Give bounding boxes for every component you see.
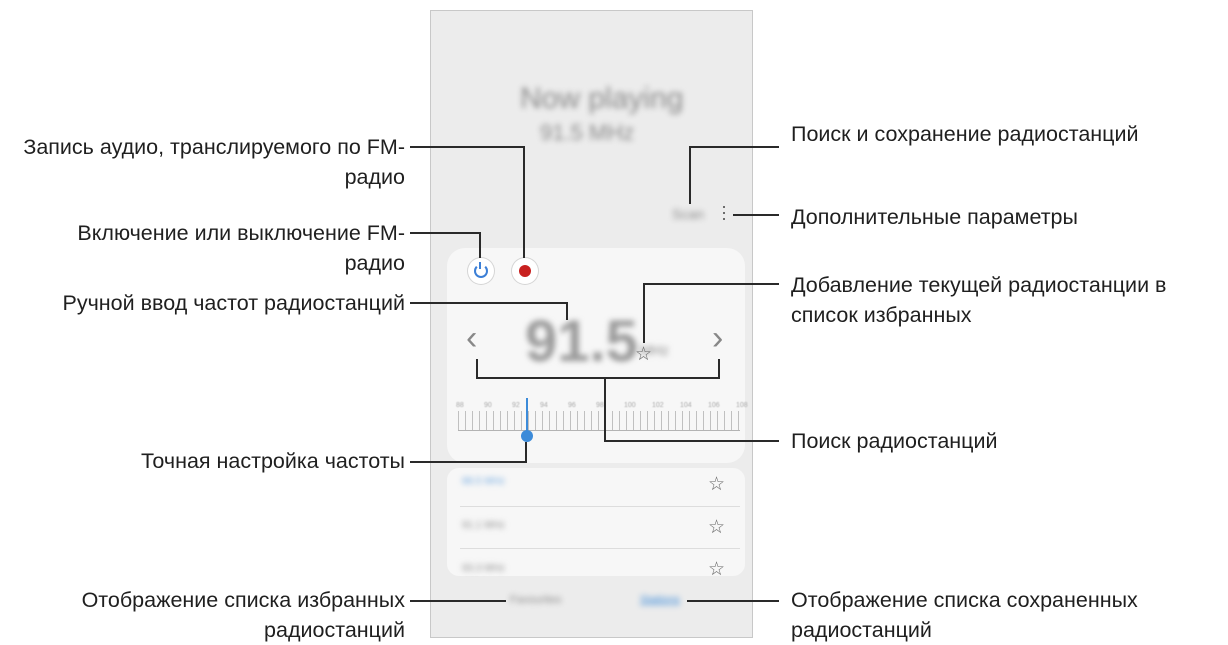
scale-tick-label: 96	[568, 402, 576, 409]
leader-line	[410, 461, 527, 463]
callout-power: Включение или выключение FM-радио	[77, 221, 405, 275]
scan-button[interactable]: Scan	[672, 206, 704, 222]
leader-line	[687, 600, 779, 602]
leader-line	[476, 377, 720, 379]
scale-tick-label: 88	[456, 402, 464, 409]
leader-line	[689, 146, 691, 204]
record-icon	[519, 265, 531, 277]
leader-line	[476, 359, 478, 379]
scale-tick-label: 108	[736, 402, 748, 409]
leader-line	[410, 146, 525, 148]
leader-line	[643, 283, 779, 285]
leader-line	[604, 377, 606, 442]
callout-saved-list: Отображение списка сохраненных радиостан…	[791, 588, 1138, 642]
record-button[interactable]	[512, 258, 538, 284]
leader-line	[733, 214, 779, 216]
tab-stations[interactable]: Stations	[640, 594, 680, 606]
leader-line	[525, 442, 527, 463]
scale-tick-label: 104	[680, 402, 692, 409]
station-star-icon[interactable]: ☆	[708, 475, 725, 495]
callout-fine-tune: Точная настройка частоты	[140, 449, 405, 473]
leader-line	[523, 146, 525, 258]
station-item-frequency[interactable]: 91.1 MHz	[462, 520, 505, 531]
callout-record-audio: Запись аудио, транслируемого по FM-радио	[23, 135, 405, 189]
list-divider	[460, 506, 740, 507]
scale-tick-label: 92	[512, 402, 520, 409]
tab-favorites[interactable]: Favourites	[510, 594, 561, 606]
frequency-display[interactable]: 91.5	[525, 308, 638, 375]
tuning-handle[interactable]	[521, 430, 533, 442]
callout-add-favorite: Добавление текущей радиостанции в список…	[791, 273, 1167, 327]
leader-line	[689, 146, 779, 148]
callout-search-stations: Поиск радиостанций	[791, 429, 998, 453]
favorite-star-icon[interactable]: ☆	[635, 345, 652, 365]
scale-tick-label: 94	[540, 402, 548, 409]
leader-line	[643, 283, 645, 343]
scale-tick-label: 98	[596, 402, 604, 409]
now-playing-title: Now playing	[520, 82, 684, 115]
callout-scan-save: Поиск и сохранение радиостанций	[791, 122, 1139, 146]
list-divider	[460, 548, 740, 549]
leader-line	[410, 232, 481, 234]
scale-tick-label: 102	[652, 402, 664, 409]
leader-line	[410, 600, 506, 602]
chevron-left-icon[interactable]: ‹	[466, 321, 477, 355]
callout-manual-input: Ручной ввод частот радиостанций	[62, 291, 405, 315]
frequency-scale[interactable]	[458, 411, 740, 431]
leader-line	[479, 232, 481, 258]
now-playing-frequency: 91.5 MHz	[540, 120, 635, 145]
station-item-frequency[interactable]: 93.3 MHz	[462, 563, 505, 574]
leader-line	[604, 440, 779, 442]
scale-tick-label: 100	[624, 402, 636, 409]
station-star-icon[interactable]: ☆	[708, 560, 725, 580]
station-item-frequency[interactable]: 88.5 MHz	[462, 476, 505, 487]
scale-tick-label: 106	[708, 402, 720, 409]
chevron-right-icon[interactable]: ›	[712, 321, 723, 355]
leader-line	[566, 302, 568, 320]
scale-baseline	[458, 430, 740, 431]
more-options-icon[interactable]	[722, 206, 726, 222]
callout-favorites-list: Отображение списка избранных радиостанци…	[81, 588, 405, 642]
scale-tick-label: 90	[484, 402, 492, 409]
power-icon	[474, 262, 488, 278]
power-button[interactable]	[468, 258, 494, 284]
leader-line	[410, 302, 568, 304]
leader-line	[718, 359, 720, 379]
station-star-icon[interactable]: ☆	[708, 518, 725, 538]
callout-more-options: Дополнительные параметры	[791, 205, 1078, 229]
